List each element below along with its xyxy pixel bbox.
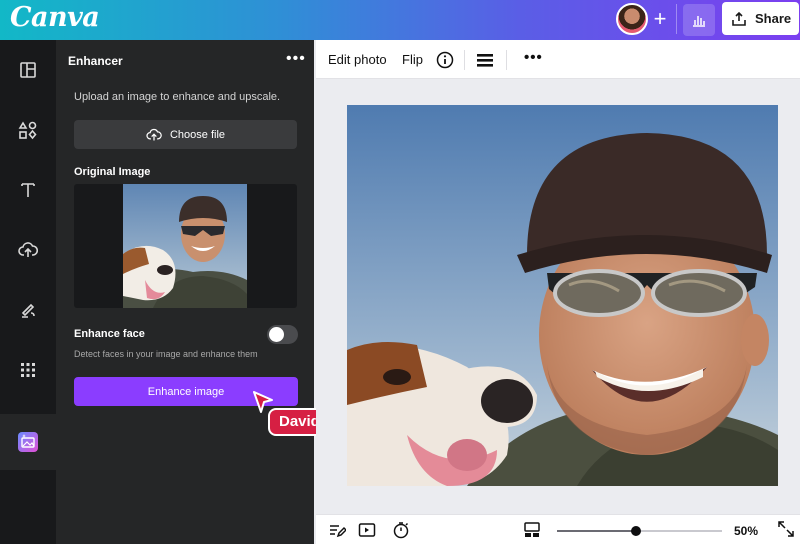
- info-icon[interactable]: [436, 51, 454, 69]
- canvas-area: [316, 80, 800, 514]
- original-photo-thumbnail: [123, 184, 247, 308]
- elements-icon: [18, 121, 37, 140]
- share-label: Share: [755, 11, 792, 26]
- fullscreen-icon[interactable]: [778, 521, 794, 537]
- enhancer-app-icon: [18, 432, 38, 452]
- text-icon: [21, 183, 35, 197]
- apps-grid-icon: [21, 363, 35, 377]
- toolbar-divider: [464, 50, 465, 70]
- zoom-slider-fill: [557, 530, 636, 532]
- choose-file-button[interactable]: Choose file: [74, 120, 297, 149]
- rail-item-uploads[interactable]: [0, 226, 56, 274]
- enhance-face-toggle[interactable]: [267, 325, 298, 344]
- cloud-upload-icon: [146, 128, 162, 140]
- canva-logo[interactable]: Canva: [10, 2, 100, 33]
- notes-icon[interactable]: [328, 521, 346, 539]
- present-icon[interactable]: [358, 521, 376, 539]
- flip-button[interactable]: Flip: [402, 52, 423, 67]
- position-layers-icon[interactable]: [477, 52, 493, 68]
- cloud-upload-icon: [18, 242, 38, 257]
- enhance-face-description: Detect faces in your image and enhance t…: [74, 349, 258, 359]
- rail-item-templates[interactable]: [0, 46, 56, 94]
- zoom-slider-thumb[interactable]: [631, 526, 641, 536]
- enhancer-panel: Enhancer ••• Upload an image to enhance …: [56, 40, 314, 544]
- top-bar: Canva + Share: [0, 0, 800, 40]
- panel-description: Upload an image to enhance and upscale.: [74, 91, 281, 103]
- rail-item-elements[interactable]: [0, 106, 56, 154]
- panel-title: Enhancer: [68, 54, 123, 68]
- design-canvas[interactable]: [347, 105, 778, 486]
- timer-icon[interactable]: [392, 521, 410, 539]
- bottom-bar: 50%: [316, 514, 800, 544]
- draw-icon: [21, 303, 35, 318]
- rail-item-enhancer[interactable]: [0, 414, 56, 470]
- page-grid-icon[interactable]: [523, 521, 541, 539]
- canvas-photo[interactable]: [347, 105, 778, 486]
- rail-item-text[interactable]: [0, 166, 56, 214]
- bar-chart-icon: [693, 16, 705, 27]
- toolbar-more-button[interactable]: •••: [524, 49, 543, 66]
- add-collaborator-button[interactable]: +: [648, 6, 672, 34]
- insights-button[interactable]: [683, 4, 715, 36]
- rail-item-apps[interactable]: [0, 346, 56, 394]
- divider: [676, 4, 677, 34]
- zoom-level-label[interactable]: 50%: [734, 524, 758, 538]
- upload-icon: [732, 11, 746, 26]
- templates-icon: [20, 62, 36, 78]
- toggle-knob: [269, 327, 284, 342]
- edit-photo-button[interactable]: Edit photo: [328, 52, 387, 67]
- choose-file-label: Choose file: [169, 128, 226, 141]
- toolbar-divider: [506, 50, 507, 70]
- left-rail: [0, 40, 56, 544]
- enhance-face-label: Enhance face: [74, 328, 145, 340]
- original-image-label: Original Image: [74, 166, 151, 178]
- share-button[interactable]: Share: [722, 2, 799, 35]
- rail-item-draw[interactable]: [0, 286, 56, 334]
- editor-toolbar: Edit photo Flip •••: [316, 40, 800, 79]
- original-image-preview: [74, 184, 297, 308]
- zoom-slider[interactable]: [557, 526, 722, 536]
- panel-more-button[interactable]: •••: [286, 50, 306, 68]
- user-avatar[interactable]: [616, 3, 648, 35]
